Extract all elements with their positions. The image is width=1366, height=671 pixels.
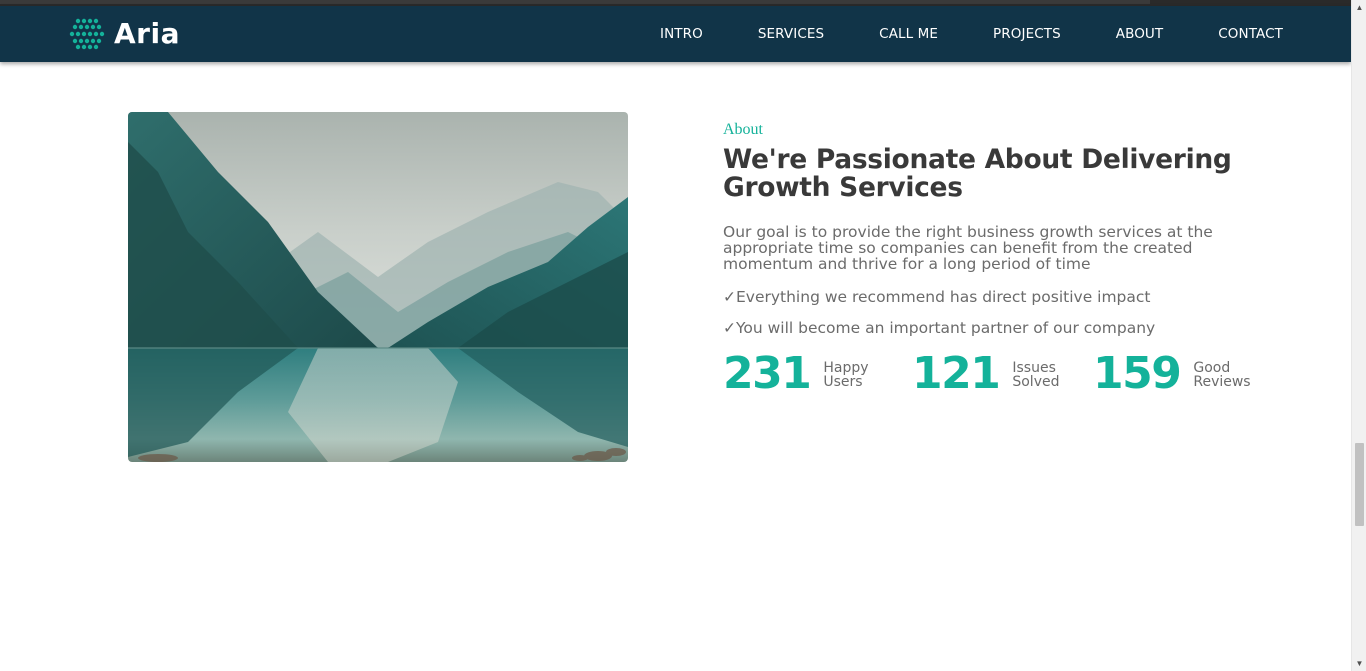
section-label: About — [723, 121, 763, 138]
dot-grid-logo-icon — [68, 17, 106, 51]
stat-number: 231 — [723, 348, 812, 399]
scrollbar-thumb[interactable] — [1355, 443, 1364, 526]
brand-name: Aria — [114, 17, 180, 50]
stat-label: Happy Users — [823, 360, 869, 390]
section-lead-paragraph: Our goal is to provide the right busines… — [723, 223, 1213, 273]
scroll-down-arrow-icon[interactable]: ▼ — [1352, 656, 1366, 671]
section-headline: We're Passionate About Delivering Growth… — [723, 144, 1232, 203]
main-nav: INTRO SERVICES CALL ME PROJECTS ABOUT CO… — [605, 6, 1283, 62]
stat-happy-users: 231 Happy Users — [723, 350, 893, 398]
stat-issues-solved: 121 Issues Solved — [912, 350, 1082, 398]
nav-item-intro[interactable]: INTRO — [660, 26, 703, 42]
nav-item-services[interactable]: SERVICES — [758, 26, 824, 42]
page-scrollbar[interactable]: ▲ ▼ — [1351, 0, 1366, 671]
nav-item-call-me[interactable]: CALL ME — [879, 26, 938, 42]
stat-good-reviews: 159 Good Reviews — [1093, 350, 1263, 398]
stat-number: 159 — [1093, 348, 1182, 399]
stat-label: Issues Solved — [1012, 360, 1060, 390]
scroll-up-arrow-icon[interactable]: ▲ — [1352, 0, 1366, 15]
brand-logo[interactable]: Aria — [68, 17, 180, 51]
nav-item-about[interactable]: ABOUT — [1116, 26, 1164, 42]
top-strip-bar — [0, 0, 1150, 4]
mountain-lake-photo — [128, 112, 628, 462]
benefit-item: ✓Everything we recommend has direct posi… — [723, 288, 1151, 306]
navbar: Aria INTRO SERVICES CALL ME PROJECTS ABO… — [0, 6, 1351, 62]
nav-item-contact[interactable]: CONTACT — [1218, 26, 1283, 42]
stat-number: 121 — [912, 348, 1001, 399]
nav-item-projects[interactable]: PROJECTS — [993, 26, 1061, 42]
benefit-item: ✓You will become an important partner of… — [723, 319, 1156, 337]
stat-label: Good Reviews — [1193, 360, 1251, 390]
